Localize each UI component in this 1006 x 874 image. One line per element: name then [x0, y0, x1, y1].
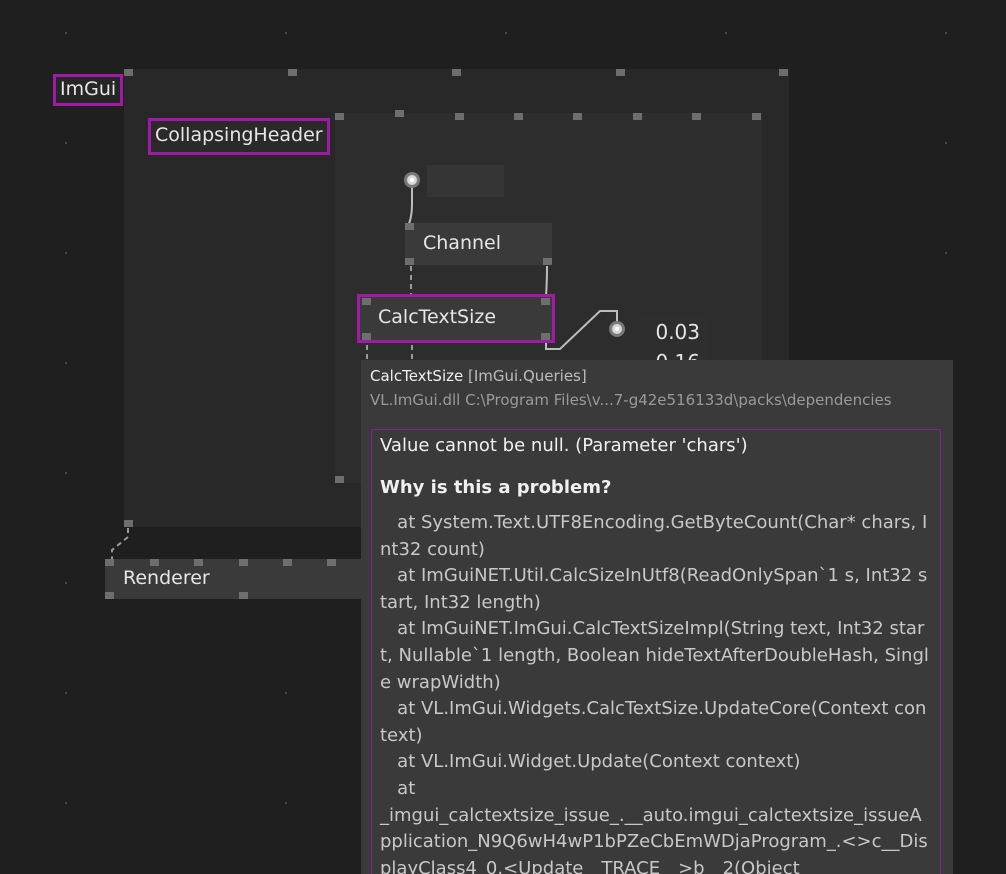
region-pin[interactable]: [779, 69, 788, 76]
region-pin[interactable]: [692, 113, 701, 120]
grid-dot: [65, 472, 67, 474]
region-pin[interactable]: [514, 113, 523, 120]
grid-dot: [65, 142, 67, 144]
region-pin[interactable]: [335, 476, 344, 483]
node-pin[interactable]: [543, 258, 552, 265]
calc-text-size-node-label: CalcTextSize: [378, 306, 497, 328]
node-pin[interactable]: [105, 559, 114, 566]
region-pin[interactable]: [124, 520, 133, 527]
grid-dot: [725, 32, 727, 34]
grid-dot: [65, 362, 67, 364]
grid-dot: [65, 692, 67, 694]
tooltip-category: [ImGui.Queries]: [468, 367, 587, 385]
tooltip-assembly-path: VL.ImGui.dll C:\Program Files\v...7-g42e…: [370, 391, 892, 409]
node-pin[interactable]: [239, 559, 248, 566]
collapsing-header-label[interactable]: CollapsingHeader: [148, 118, 330, 155]
tooltip-title: CalcTextSize [ImGui.Queries]: [370, 367, 587, 385]
region-pin[interactable]: [455, 113, 464, 120]
node-pin[interactable]: [105, 592, 114, 599]
grid-dot: [65, 252, 67, 254]
renderer-node-label: Renderer: [123, 567, 210, 589]
node-pin[interactable]: [150, 559, 159, 566]
why-heading: Why is this a problem?: [380, 477, 612, 498]
node-pin[interactable]: [405, 223, 414, 230]
grid-dot: [65, 32, 67, 34]
grid-dot: [945, 252, 947, 254]
region-pin[interactable]: [616, 69, 625, 76]
error-message: Value cannot be null. (Parameter 'chars'…: [380, 435, 748, 456]
channel-node-label: Channel: [423, 232, 502, 254]
region-pin[interactable]: [573, 113, 582, 120]
node-pin[interactable]: [239, 592, 248, 599]
node-pin[interactable]: [541, 298, 550, 305]
grid-dot: [285, 802, 287, 804]
tooltip-error-box: Value cannot be null. (Parameter 'chars'…: [371, 429, 941, 874]
node-pin[interactable]: [362, 333, 371, 340]
grid-dot: [945, 32, 947, 34]
stack-trace: at System.Text.UTF8Encoding.GetByteCount…: [380, 512, 929, 874]
node-pin[interactable]: [283, 559, 292, 566]
node-pin[interactable]: [194, 559, 203, 566]
grid-dot: [945, 142, 947, 144]
grid-dot: [285, 692, 287, 694]
output-pin-icon[interactable]: [609, 321, 625, 337]
grid-dot: [65, 582, 67, 584]
region-pin[interactable]: [124, 69, 133, 76]
region-pin[interactable]: [633, 113, 642, 120]
calc-text-size-node[interactable]: CalcTextSize: [357, 294, 555, 343]
node-pin[interactable]: [362, 298, 371, 305]
region-pin[interactable]: [335, 113, 344, 120]
error-tooltip: CalcTextSize [ImGui.Queries] VL.ImGui.dl…: [361, 360, 953, 874]
node-pin[interactable]: [541, 333, 550, 340]
region-pin[interactable]: [452, 69, 461, 76]
input-pin-icon[interactable]: [404, 172, 420, 188]
imgui-region-label[interactable]: ImGui: [53, 74, 124, 106]
grid-dot: [65, 802, 67, 804]
node-pin[interactable]: [405, 258, 414, 265]
grid-dot: [285, 32, 287, 34]
region-pin[interactable]: [288, 69, 297, 76]
tooltip-node-name: CalcTextSize: [370, 367, 464, 385]
node-pin[interactable]: [327, 559, 336, 566]
grid-dot: [505, 32, 507, 34]
output-value-1: 0.03: [655, 320, 700, 344]
region-pin[interactable]: [752, 113, 761, 120]
channel-node[interactable]: Channel: [405, 223, 552, 265]
region-pin[interactable]: [395, 110, 404, 117]
input-iobox[interactable]: [427, 165, 504, 197]
link-imgui-to-renderer: [111, 528, 129, 560]
